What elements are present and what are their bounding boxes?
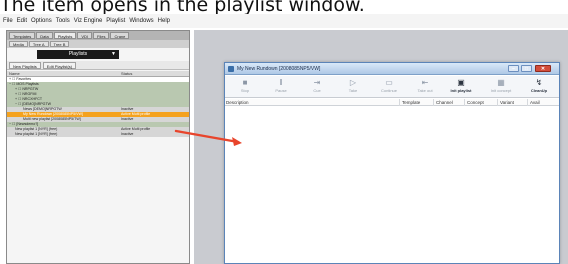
init-concept-icon: ▦ [497,78,505,87]
init-concept-button[interactable]: ▦ Init concept [483,77,519,97]
sub-tabs: Media Tree A Tree B [7,40,189,48]
menu-edit[interactable]: Edit [17,14,27,28]
toolbar-button-label: Continue [380,88,397,93]
left-panel: Templates Data Playlists VDI Files Crane… [6,30,190,264]
new-playlists-button[interactable]: New Playlists [9,62,41,69]
toolbar-button-label: Init playlist [450,88,472,93]
main-tabs: Templates Data Playlists VDI Files Crane [7,31,189,40]
window-app-icon [228,66,234,72]
stop-button[interactable]: ■ Stop [227,77,263,97]
tab-data[interactable]: Data [36,32,53,39]
toolbar-button-label: Pause [275,88,287,93]
take-out-icon: ⇤ [421,78,429,87]
menu-file[interactable]: File [3,14,13,28]
menu-bar: File Edit Options Tools Viz Engine Playl… [0,14,568,28]
take-icon: ▷ [349,78,357,87]
tree-row-name: New playlist 1 [NYR] (free) [15,132,58,136]
tab-files[interactable]: Files [93,32,110,39]
toolbar-button-label: Take out [417,88,433,93]
cue-button[interactable]: ⇥ Cue [299,77,335,97]
playlist-toolbar: New Playlists Edit Playlist(s) [7,61,189,70]
window-title: My New Rundown [2008085NP5/VW] [237,66,321,72]
column-template[interactable]: Template [399,99,433,106]
edit-playlists-button[interactable]: Edit Playlist(s) [42,62,77,69]
continue-button[interactable]: ▭ Continue [371,77,407,97]
maximize-button[interactable]: □ [521,65,532,72]
tab-vdi[interactable]: VDI [77,32,93,39]
window-titlebar[interactable]: My New Rundown [2008085NP5/VW] – □ ✕ [225,63,559,75]
column-concept[interactable]: Concept [464,99,497,106]
pause-icon: ‖ [279,78,283,87]
cleanup-icon: ↯ [535,78,543,87]
window-column-header: Description Template Channel Concept Var… [225,99,559,106]
subtab-tree-b[interactable]: Tree B [49,41,70,47]
toolbar-button-label: Take [348,88,358,93]
toolbar-button-label: Cue [313,88,321,93]
tree-row-status: Inactive [121,132,134,136]
stop-icon: ■ [242,78,248,87]
playlist-window: My New Rundown [2008085NP5/VW] – □ ✕ ■ St… [224,62,560,264]
close-icon: ✕ [540,66,546,72]
menu-windows[interactable]: Windows [129,14,153,28]
playlist-tree: + ☐ Favorites − ☐ MOS Playlists + ☐ NRPGTW… [7,77,189,137]
toolbar-button-label: Init concept [490,88,512,93]
init-playlist-button[interactable]: ▣ Init playlist [443,77,479,97]
cue-icon: ⇥ [313,78,321,87]
column-channel[interactable]: Channel [433,99,464,106]
playlist-selector-label: Playlists [68,51,88,57]
close-button[interactable]: ✕ [535,65,551,72]
take-out-button[interactable]: ⇤ Take out [407,77,443,97]
subtab-tree-a[interactable]: Tree A [28,41,49,47]
tab-playlists[interactable]: Playlists [53,32,77,39]
maximize-icon: □ [524,66,529,72]
tab-templates[interactable]: Templates [9,32,36,39]
minimize-button[interactable]: – [508,65,519,72]
tab-crane[interactable]: Crane [110,32,130,39]
menu-options[interactable]: Options [31,14,52,28]
window-toolbar: ■ Stop ‖ Pause ⇥ Cue ▷ Take ▭ Continue ⇤ Take out ▣ I… [225,76,559,98]
playlist-selector[interactable]: Playlists ▼ [37,50,119,59]
toolbar-button-label: Stop [240,88,250,93]
column-description[interactable]: Description [225,99,399,106]
menu-viz-engine[interactable]: Viz Engine [74,14,103,28]
column-avail[interactable]: Avail [527,99,559,106]
menu-playlist[interactable]: Playlist [106,14,125,28]
column-variant[interactable]: Variant [497,99,527,106]
tree-row[interactable]: New playlist 1 [NYR] (free) Inactive [7,132,189,137]
init-playlist-icon: ▣ [457,78,465,87]
take-button[interactable]: ▷ Take [335,77,371,97]
toolbar-button-label: CleanUp [530,88,548,93]
menu-help[interactable]: Help [158,14,170,28]
subtab-media[interactable]: Media [9,41,28,47]
menu-tools[interactable]: Tools [56,14,70,28]
cleanup-button[interactable]: ↯ CleanUp [521,77,557,97]
minimize-icon: – [512,66,515,72]
pause-button[interactable]: ‖ Pause [263,77,299,97]
continue-icon: ▭ [385,78,393,87]
chevron-down-icon: ▼ [111,51,116,57]
